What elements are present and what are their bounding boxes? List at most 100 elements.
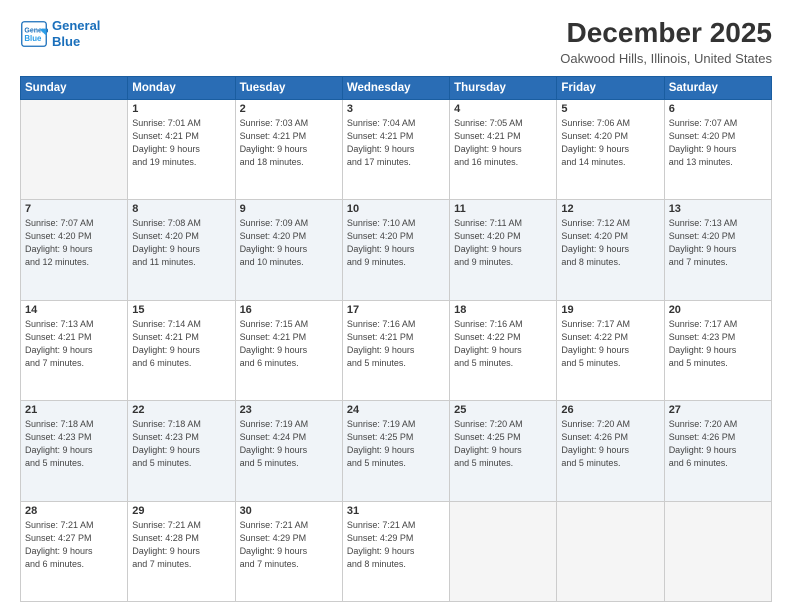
logo: General Blue General Blue (20, 18, 100, 49)
logo-icon: General Blue (20, 20, 48, 48)
calendar-cell: 21 Sunrise: 7:18 AM Sunset: 4:23 PM Dayli… (21, 401, 128, 501)
day-number: 19 (561, 304, 659, 316)
day-info: Sunrise: 7:13 AM Sunset: 4:21 PM Dayligh… (25, 318, 123, 370)
day-number: 27 (669, 404, 767, 416)
calendar-cell: 2 Sunrise: 7:03 AM Sunset: 4:21 PM Daylig… (235, 99, 342, 199)
calendar-cell: 31 Sunrise: 7:21 AM Sunset: 4:29 PM Dayli… (342, 501, 449, 601)
day-info: Sunrise: 7:21 AM Sunset: 4:27 PM Dayligh… (25, 519, 123, 571)
calendar-week-row: 7 Sunrise: 7:07 AM Sunset: 4:20 PM Daylig… (21, 200, 772, 300)
calendar-cell: 18 Sunrise: 7:16 AM Sunset: 4:22 PM Dayli… (450, 300, 557, 400)
header: General Blue General Blue December 2025 … (20, 18, 772, 66)
day-number: 10 (347, 203, 445, 215)
day-info: Sunrise: 7:13 AM Sunset: 4:20 PM Dayligh… (669, 217, 767, 269)
calendar-cell: 11 Sunrise: 7:11 AM Sunset: 4:20 PM Dayli… (450, 200, 557, 300)
day-info: Sunrise: 7:03 AM Sunset: 4:21 PM Dayligh… (240, 117, 338, 169)
day-number: 20 (669, 304, 767, 316)
calendar-cell: 4 Sunrise: 7:05 AM Sunset: 4:21 PM Daylig… (450, 99, 557, 199)
day-number: 4 (454, 103, 552, 115)
calendar-cell: 16 Sunrise: 7:15 AM Sunset: 4:21 PM Dayli… (235, 300, 342, 400)
day-info: Sunrise: 7:21 AM Sunset: 4:29 PM Dayligh… (347, 519, 445, 571)
day-number: 17 (347, 304, 445, 316)
day-info: Sunrise: 7:19 AM Sunset: 4:24 PM Dayligh… (240, 418, 338, 470)
calendar-week-row: 1 Sunrise: 7:01 AM Sunset: 4:21 PM Daylig… (21, 99, 772, 199)
day-header-wednesday: Wednesday (342, 76, 449, 99)
day-number: 22 (132, 404, 230, 416)
day-info: Sunrise: 7:05 AM Sunset: 4:21 PM Dayligh… (454, 117, 552, 169)
day-header-sunday: Sunday (21, 76, 128, 99)
day-info: Sunrise: 7:18 AM Sunset: 4:23 PM Dayligh… (25, 418, 123, 470)
calendar-cell: 10Sunrise: 7:10 AM Sunset: 4:20 PM Dayli… (342, 200, 449, 300)
calendar-header-row: SundayMondayTuesdayWednesdayThursdayFrid… (21, 76, 772, 99)
day-info: Sunrise: 7:16 AM Sunset: 4:22 PM Dayligh… (454, 318, 552, 370)
day-info: Sunrise: 7:15 AM Sunset: 4:21 PM Dayligh… (240, 318, 338, 370)
day-info: Sunrise: 7:11 AM Sunset: 4:20 PM Dayligh… (454, 217, 552, 269)
calendar-cell (450, 501, 557, 601)
day-info: Sunrise: 7:01 AM Sunset: 4:21 PM Dayligh… (132, 117, 230, 169)
day-info: Sunrise: 7:12 AM Sunset: 4:20 PM Dayligh… (561, 217, 659, 269)
day-number: 26 (561, 404, 659, 416)
day-number: 30 (240, 505, 338, 517)
day-info: Sunrise: 7:16 AM Sunset: 4:21 PM Dayligh… (347, 318, 445, 370)
day-header-thursday: Thursday (450, 76, 557, 99)
calendar-cell: 13 Sunrise: 7:13 AM Sunset: 4:20 PM Dayli… (664, 200, 771, 300)
day-info: Sunrise: 7:21 AM Sunset: 4:29 PM Dayligh… (240, 519, 338, 571)
day-number: 16 (240, 304, 338, 316)
day-number: 31 (347, 505, 445, 517)
day-number: 2 (240, 103, 338, 115)
day-number: 21 (25, 404, 123, 416)
day-number: 9 (240, 203, 338, 215)
day-number: 5 (561, 103, 659, 115)
page: General Blue General Blue December 2025 … (0, 0, 792, 612)
calendar-cell: 20 Sunrise: 7:17 AM Sunset: 4:23 PM Dayli… (664, 300, 771, 400)
logo-line1: General (52, 18, 100, 33)
day-info: Sunrise: 7:17 AM Sunset: 4:23 PM Dayligh… (669, 318, 767, 370)
calendar-cell: 25 Sunrise: 7:20 AM Sunset: 4:25 PM Dayli… (450, 401, 557, 501)
subtitle: Oakwood Hills, Illinois, United States (560, 51, 772, 66)
day-info: Sunrise: 7:04 AM Sunset: 4:21 PM Dayligh… (347, 117, 445, 169)
logo-text: General Blue (52, 18, 100, 49)
calendar-cell: 14Sunrise: 7:13 AM Sunset: 4:21 PM Dayli… (21, 300, 128, 400)
calendar-cell: 8Sunrise: 7:08 AM Sunset: 4:20 PM Daylig… (128, 200, 235, 300)
day-info: Sunrise: 7:06 AM Sunset: 4:20 PM Dayligh… (561, 117, 659, 169)
day-number: 15 (132, 304, 230, 316)
day-info: Sunrise: 7:20 AM Sunset: 4:25 PM Dayligh… (454, 418, 552, 470)
day-header-friday: Friday (557, 76, 664, 99)
day-number: 7 (25, 203, 123, 215)
calendar-week-row: 14Sunrise: 7:13 AM Sunset: 4:21 PM Dayli… (21, 300, 772, 400)
calendar-week-row: 28 Sunrise: 7:21 AM Sunset: 4:27 PM Dayli… (21, 501, 772, 601)
calendar-cell: 22Sunrise: 7:18 AM Sunset: 4:23 PM Dayli… (128, 401, 235, 501)
calendar-cell: 24 Sunrise: 7:19 AM Sunset: 4:25 PM Dayli… (342, 401, 449, 501)
calendar-cell (664, 501, 771, 601)
day-number: 25 (454, 404, 552, 416)
day-info: Sunrise: 7:14 AM Sunset: 4:21 PM Dayligh… (132, 318, 230, 370)
day-header-tuesday: Tuesday (235, 76, 342, 99)
calendar-cell: 1 Sunrise: 7:01 AM Sunset: 4:21 PM Daylig… (128, 99, 235, 199)
svg-text:Blue: Blue (24, 34, 42, 43)
day-info: Sunrise: 7:17 AM Sunset: 4:22 PM Dayligh… (561, 318, 659, 370)
calendar-cell: 15 Sunrise: 7:14 AM Sunset: 4:21 PM Dayli… (128, 300, 235, 400)
day-number: 28 (25, 505, 123, 517)
day-number: 1 (132, 103, 230, 115)
calendar-cell (21, 99, 128, 199)
day-number: 24 (347, 404, 445, 416)
calendar-cell: 26 Sunrise: 7:20 AM Sunset: 4:26 PM Dayli… (557, 401, 664, 501)
calendar-cell: 28 Sunrise: 7:21 AM Sunset: 4:27 PM Dayli… (21, 501, 128, 601)
day-number: 11 (454, 203, 552, 215)
day-number: 18 (454, 304, 552, 316)
calendar-cell: 5 Sunrise: 7:06 AM Sunset: 4:20 PM Daylig… (557, 99, 664, 199)
day-number: 13 (669, 203, 767, 215)
calendar-cell: 3 Sunrise: 7:04 AM Sunset: 4:21 PM Daylig… (342, 99, 449, 199)
day-number: 6 (669, 103, 767, 115)
calendar-cell (557, 501, 664, 601)
day-number: 3 (347, 103, 445, 115)
day-info: Sunrise: 7:19 AM Sunset: 4:25 PM Dayligh… (347, 418, 445, 470)
main-title: December 2025 (560, 18, 772, 49)
day-info: Sunrise: 7:20 AM Sunset: 4:26 PM Dayligh… (561, 418, 659, 470)
calendar-cell: 7 Sunrise: 7:07 AM Sunset: 4:20 PM Daylig… (21, 200, 128, 300)
day-number: 8 (132, 203, 230, 215)
day-header-saturday: Saturday (664, 76, 771, 99)
calendar-cell: 29Sunrise: 7:21 AM Sunset: 4:28 PM Dayli… (128, 501, 235, 601)
day-info: Sunrise: 7:07 AM Sunset: 4:20 PM Dayligh… (25, 217, 123, 269)
day-number: 23 (240, 404, 338, 416)
title-block: December 2025 Oakwood Hills, Illinois, U… (560, 18, 772, 66)
